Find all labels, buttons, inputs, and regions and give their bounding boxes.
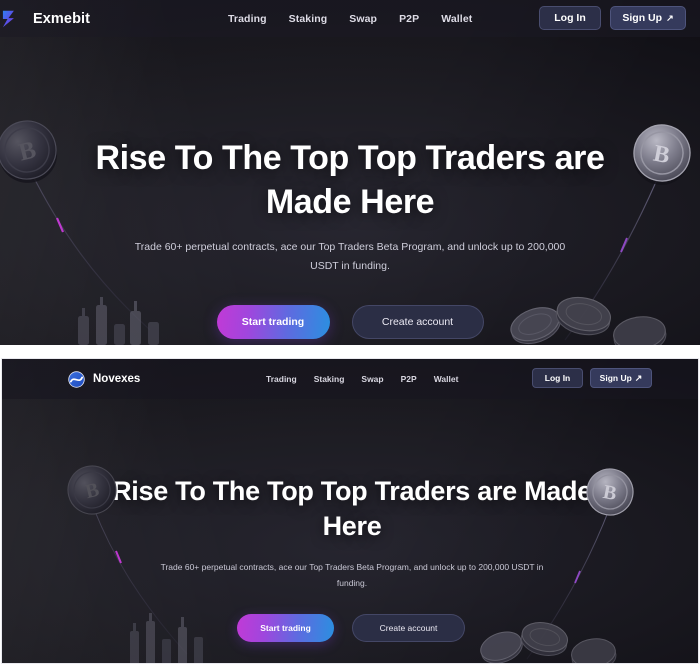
novexes-logo-icon bbox=[68, 370, 85, 388]
nav-item-staking[interactable]: Staking bbox=[289, 13, 328, 25]
arrow-up-right-icon: ↗ bbox=[666, 12, 674, 23]
nav-item-trading[interactable]: Trading bbox=[228, 13, 267, 25]
brand-name-secondary: Novexes bbox=[93, 373, 141, 385]
hero-subtitle-primary: Trade 60+ perpetual contracts, ace our T… bbox=[134, 241, 566, 273]
hero-cta-row-primary: Start trading Create account bbox=[0, 305, 700, 339]
login-button[interactable]: Log In bbox=[539, 6, 601, 30]
svg-text:B: B bbox=[83, 479, 101, 504]
landing-preview-panel-primary: B B Exmebit Trading Staking Swap P2P Wal… bbox=[0, 0, 700, 345]
nav-links-secondary: Trading Staking Swap P2P Wallet bbox=[266, 359, 458, 399]
nav-item-swap[interactable]: Swap bbox=[361, 374, 383, 384]
nav-item-p2p[interactable]: P2P bbox=[399, 13, 419, 25]
navbar-primary: Exmebit Trading Staking Swap P2P Wallet … bbox=[0, 0, 700, 37]
hero-title-primary: Rise To The Top Top Traders are Made Her… bbox=[95, 139, 605, 221]
signup-button[interactable]: Sign Up ↗ bbox=[610, 6, 686, 30]
nav-item-p2p[interactable]: P2P bbox=[401, 374, 417, 384]
brand-secondary[interactable]: Novexes bbox=[68, 370, 141, 388]
brand-primary[interactable]: Exmebit bbox=[2, 8, 90, 30]
login-button[interactable]: Log In bbox=[532, 368, 583, 388]
nav-item-wallet[interactable]: Wallet bbox=[441, 13, 472, 25]
nav-item-wallet[interactable]: Wallet bbox=[434, 374, 459, 384]
create-account-button[interactable]: Create account bbox=[351, 305, 484, 339]
signup-button-label: Sign Up bbox=[622, 12, 663, 24]
hero-subtitle-secondary: Trade 60+ perpetual contracts, ace our T… bbox=[160, 562, 544, 589]
exmebit-logo-icon bbox=[2, 10, 14, 27]
svg-text:B: B bbox=[601, 481, 618, 505]
hero-title-secondary: Rise To The Top Top Traders are Made Her… bbox=[112, 476, 592, 542]
signup-button-label: Sign Up bbox=[599, 373, 632, 383]
navbar-secondary: Novexes Trading Staking Swap P2P Wallet … bbox=[2, 359, 698, 399]
hero-section-primary: Rise To The Top Top Traders are Made Her… bbox=[0, 0, 700, 345]
start-trading-button[interactable]: Start trading bbox=[216, 305, 330, 339]
signup-button[interactable]: Sign Up ↗ bbox=[590, 368, 652, 388]
brand-name-primary: Exmebit bbox=[33, 10, 91, 27]
nav-item-trading[interactable]: Trading bbox=[266, 374, 297, 384]
auth-buttons-secondary: Log In Sign Up ↗ bbox=[532, 368, 652, 388]
arrow-up-right-icon: ↗ bbox=[634, 372, 643, 383]
landing-preview-panel-secondary: B B Novexes Trading Staking Swap P2P Wal… bbox=[1, 358, 699, 664]
auth-buttons-primary: Log In Sign Up ↗ bbox=[539, 6, 686, 30]
create-account-button[interactable]: Create account bbox=[352, 614, 465, 642]
nav-item-swap[interactable]: Swap bbox=[349, 13, 377, 25]
nav-links-primary: Trading Staking Swap P2P Wallet bbox=[228, 0, 472, 37]
hero-cta-row-secondary: Start trading Create account bbox=[2, 614, 698, 642]
nav-item-staking[interactable]: Staking bbox=[314, 374, 345, 384]
start-trading-button[interactable]: Start trading bbox=[237, 614, 334, 642]
landing-preview-panel-secondary-wrapper: B B Novexes Trading Staking Swap P2P Wal… bbox=[0, 357, 700, 665]
